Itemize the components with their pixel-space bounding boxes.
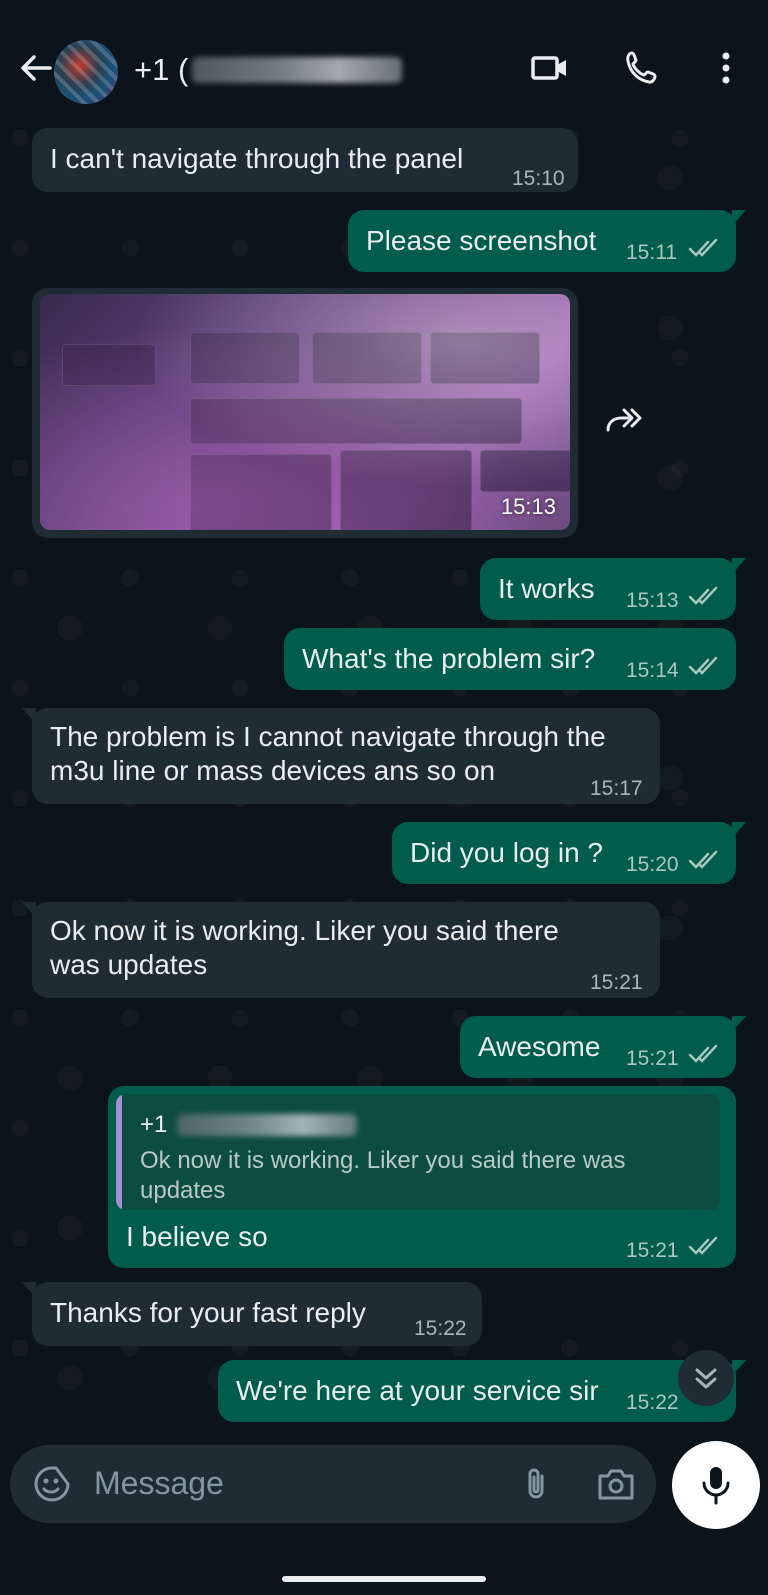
more-vertical-icon[interactable]	[706, 48, 746, 88]
quoted-text: Ok now it is working. Liker you said the…	[140, 1146, 700, 1206]
quoted-sender: +1	[140, 1108, 358, 1142]
message-text: Thanks for your fast reply	[50, 1297, 366, 1328]
message-time: 15:13	[626, 589, 679, 612]
paperclip-icon[interactable]	[516, 1464, 556, 1504]
message-bubble-incoming[interactable]: The problem is I cannot navigate through…	[22, 708, 660, 804]
message-text-line: m3u line or mass devices ans so on	[50, 755, 496, 786]
double-check-icon	[688, 1236, 718, 1255]
message-text: I believe so	[126, 1221, 268, 1252]
screenshot-image[interactable]: 15:13	[40, 294, 570, 530]
message-time: 15:22	[626, 1391, 679, 1414]
message-bubble-incoming[interactable]: Thanks for your fast reply 15:22	[22, 1282, 482, 1346]
message-text-line: was updates	[50, 949, 208, 980]
microphone-icon	[702, 1467, 730, 1505]
message-bubble-outgoing[interactable]: Did you log in ? 15:20	[392, 822, 746, 884]
message-text: It works	[498, 573, 595, 604]
message-text: We're here at your service sir	[236, 1375, 599, 1406]
quoted-sender-prefix: +1	[140, 1111, 168, 1138]
message-bubble-incoming[interactable]: I can't navigate through the panel 15:10	[32, 128, 578, 192]
arrow-left-icon[interactable]	[16, 48, 56, 88]
message-time: 15:21	[626, 1239, 679, 1262]
double-check-icon	[688, 238, 718, 257]
message-time: 15:17	[590, 777, 643, 800]
quoted-message[interactable]: +1 Ok now it is working. Liker you said …	[116, 1094, 720, 1210]
contact-name: +1 (	[134, 52, 189, 87]
message-text: Awesome	[478, 1031, 601, 1062]
message-time: 15:11	[626, 241, 677, 264]
redacted-phone-number	[177, 1114, 358, 1136]
emoji-sticker-icon[interactable]	[32, 1464, 72, 1504]
contact-title[interactable]: +1 (	[134, 50, 403, 90]
quoted-text-line: updates	[140, 1177, 226, 1204]
message-time: 15:13	[500, 494, 556, 519]
message-time: 15:21	[626, 1047, 679, 1070]
message-bubble-outgoing[interactable]: Awesome 15:21	[460, 1016, 746, 1078]
message-composer[interactable]: Message	[10, 1445, 656, 1523]
message-text: Did you log in ?	[410, 837, 604, 868]
quote-accent-bar	[116, 1094, 122, 1210]
message-time: 15:22	[414, 1317, 467, 1340]
home-indicator[interactable]	[282, 1576, 486, 1582]
double-check-icon	[688, 1044, 718, 1063]
message-text: What's the problem sir?	[302, 643, 596, 674]
chevron-double-down-icon	[695, 1368, 717, 1389]
double-check-icon	[688, 850, 718, 869]
chat-header: +1 (	[0, 0, 768, 118]
camera-icon[interactable]	[594, 1464, 638, 1504]
quoted-text-line: Ok now it is working. Liker you said the…	[140, 1147, 626, 1174]
scroll-to-bottom-button[interactable]	[678, 1350, 734, 1406]
message-time: 15:14	[626, 659, 679, 682]
message-time: 15:10	[512, 167, 565, 190]
voice-message-button[interactable]	[672, 1441, 760, 1529]
phone-icon[interactable]	[622, 48, 662, 88]
image-message[interactable]: 15:13	[32, 288, 578, 538]
message-text: I can't navigate through the panel	[50, 143, 464, 174]
video-camera-icon[interactable]	[530, 48, 570, 88]
message-time: 15:21	[590, 971, 643, 994]
message-bubble-outgoing[interactable]: It works 15:13	[480, 558, 746, 620]
reply-message-bubble[interactable]: +1 Ok now it is working. Liker you said …	[108, 1086, 736, 1268]
message-text-line: Ok now it is working. Liker you said the…	[50, 915, 559, 946]
forward-icon[interactable]	[596, 392, 652, 448]
double-check-icon	[688, 586, 718, 605]
message-bubble-outgoing[interactable]: We're here at your service sir 15:22	[218, 1360, 746, 1422]
message-input[interactable]: Message	[94, 1465, 224, 1502]
message-text-line: The problem is I cannot navigate through…	[50, 721, 606, 752]
message-text: Please screenshot	[366, 225, 597, 256]
message-time: 15:20	[626, 853, 679, 876]
message-bubble-outgoing[interactable]: What's the problem sir? 15:14	[284, 628, 736, 690]
contact-avatar[interactable]	[54, 40, 118, 104]
message-bubble-incoming[interactable]: Ok now it is working. Liker you said the…	[22, 902, 660, 998]
message-bubble-outgoing[interactable]: Please screenshot 15:11	[348, 210, 746, 272]
double-check-icon	[688, 656, 718, 675]
redacted-phone-number	[192, 57, 403, 83]
